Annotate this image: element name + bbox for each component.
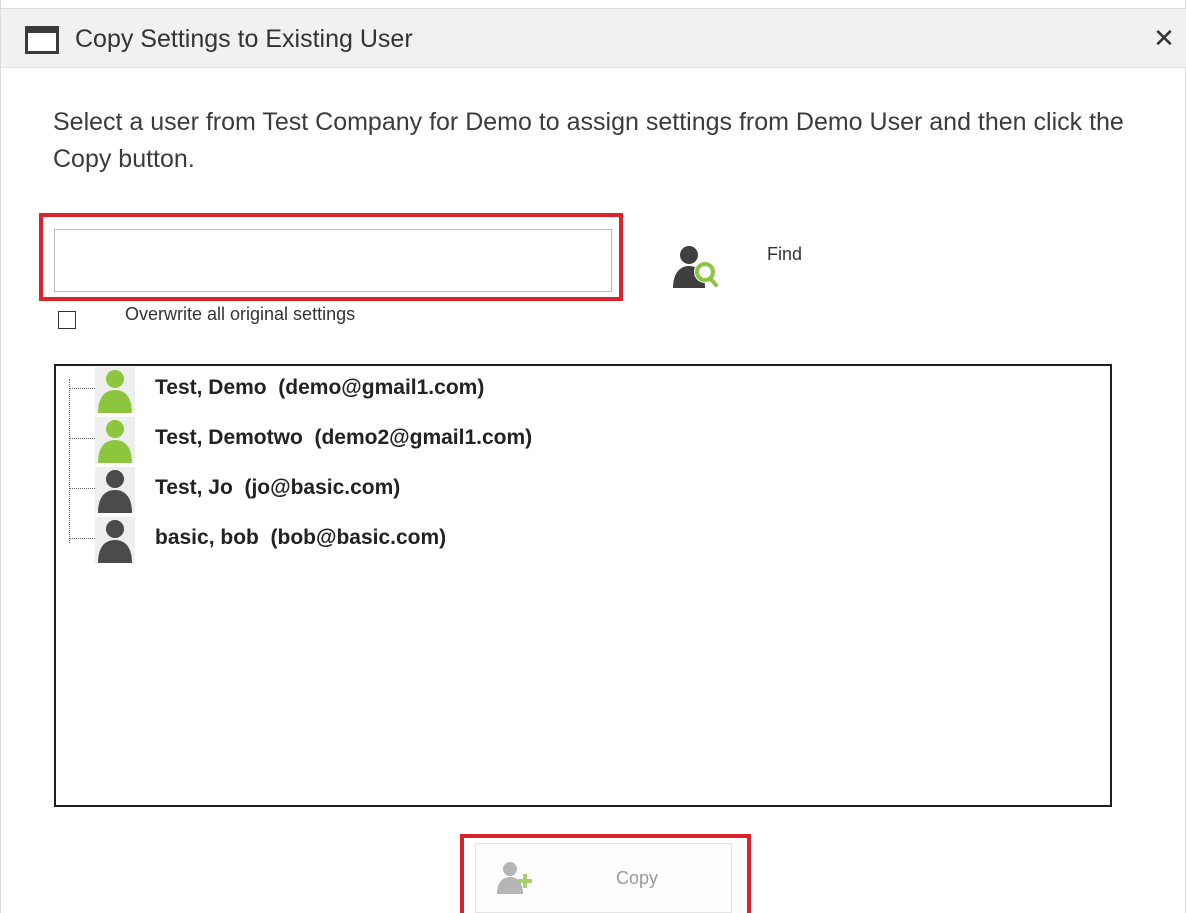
user-row[interactable]: Test, Demotwo (demo2@gmail1.com) [69,416,1069,464]
user-label: Test, Jo (jo@basic.com) [155,476,401,499]
tree-connector [69,388,95,389]
copy-button-label: Copy [616,868,659,888]
user-avatar-icon [95,517,135,563]
overwrite-checkbox[interactable] [58,311,76,329]
user-label: basic, bob (bob@basic.com) [155,526,447,549]
title-bar: Copy Settings to Existing User ✕ [1,8,1186,68]
find-button-label[interactable]: Find [767,244,802,265]
copy-button[interactable]: Copy [475,843,732,913]
tree-connector [69,488,95,489]
user-row[interactable]: basic, bob (bob@basic.com) [69,516,1069,564]
window-icon [25,26,59,54]
find-user-icon[interactable] [669,242,723,290]
search-input[interactable] [54,229,612,292]
user-list[interactable]: Test, Demo (demo@gmail1.com) Test, Demot… [54,364,1112,807]
user-avatar-icon [95,417,135,463]
copy-settings-dialog: Copy Settings to Existing User ✕ Select … [0,0,1186,913]
tree-connector [69,438,95,439]
instructions-text: Select a user from Test Company for Demo… [53,108,1124,173]
user-avatar-icon [95,467,135,513]
user-avatar-icon [95,367,135,413]
user-row[interactable]: Test, Demo (demo@gmail1.com) [69,366,1069,414]
dialog-title: Copy Settings to Existing User [75,25,413,53]
overwrite-checkbox-label: Overwrite all original settings [125,304,356,324]
user-label: Test, Demo (demo@gmail1.com) [155,376,485,399]
user-row[interactable]: Test, Jo (jo@basic.com) [69,466,1069,514]
add-user-icon [497,862,532,894]
tree-connector [69,538,95,539]
close-button[interactable]: ✕ [1149,23,1179,53]
user-label: Test, Demotwo (demo2@gmail1.com) [155,426,533,449]
